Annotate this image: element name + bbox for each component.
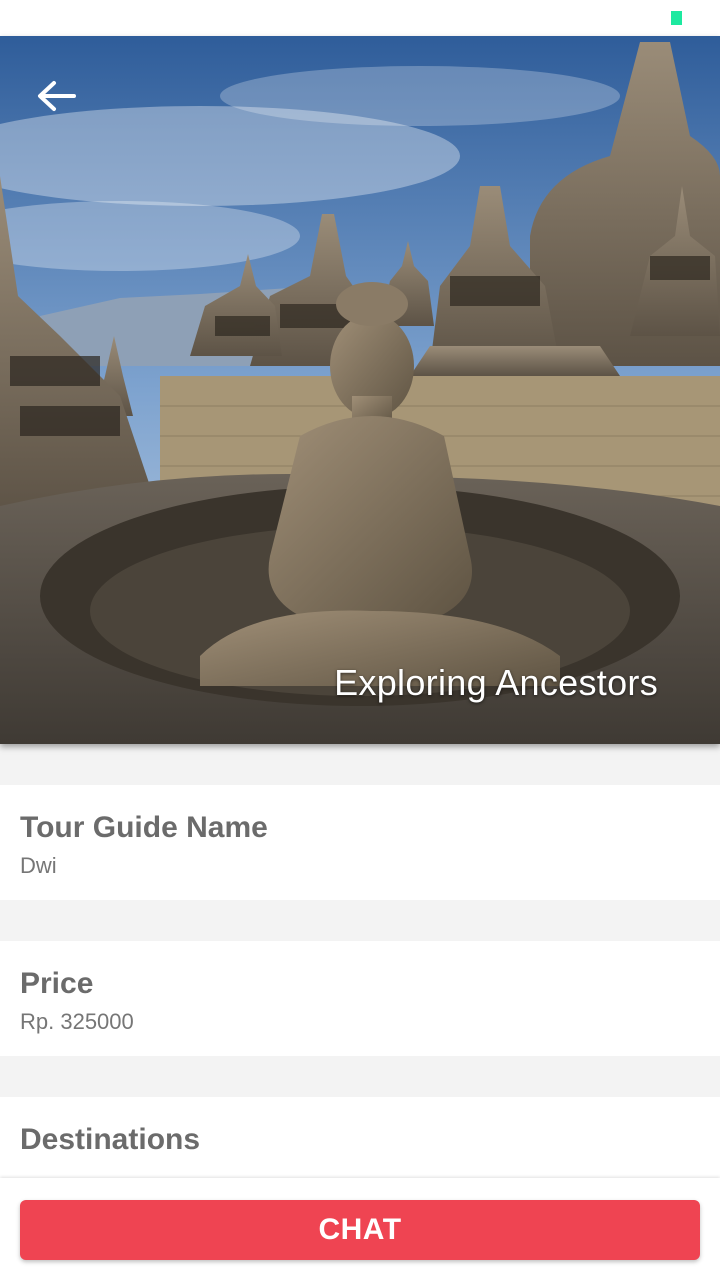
tour-title: Exploring Ancestors bbox=[334, 662, 658, 703]
hero-image: Exploring Ancestors bbox=[0, 36, 720, 744]
battery-icon bbox=[671, 11, 682, 25]
status-bar bbox=[0, 0, 720, 36]
destinations-label: Destinations bbox=[20, 1123, 201, 1156]
price-value: Rp. 325000 bbox=[20, 1009, 134, 1034]
destinations-card: Destinations bbox=[0, 1097, 720, 1187]
bottom-action-bar: CHAT bbox=[0, 1178, 720, 1280]
back-button[interactable] bbox=[36, 80, 92, 124]
temple-photo bbox=[0, 36, 720, 744]
guide-value: Dwi bbox=[20, 853, 57, 878]
chat-button[interactable]: CHAT bbox=[20, 1200, 700, 1260]
price-card: Price Rp. 325000 bbox=[0, 941, 720, 1056]
arrow-left-icon bbox=[38, 81, 76, 111]
price-label: Price bbox=[20, 967, 94, 1000]
guide-label: Tour Guide Name bbox=[20, 811, 268, 844]
guide-card: Tour Guide Name Dwi bbox=[0, 785, 720, 900]
